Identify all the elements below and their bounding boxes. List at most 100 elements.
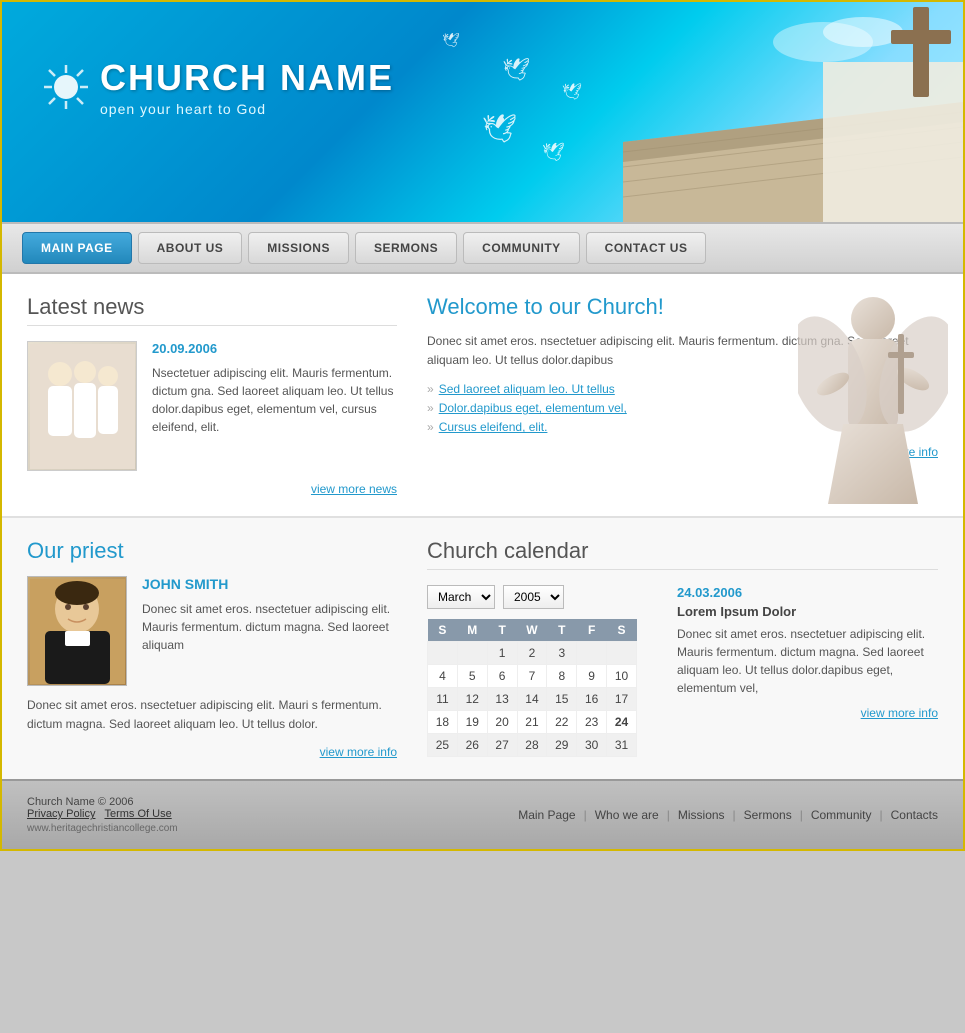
cal-day[interactable]: 27 xyxy=(487,734,517,757)
cal-day[interactable]: 12 xyxy=(457,688,487,711)
priest-name: JOHN SMITH xyxy=(142,576,397,592)
event-view-more-link[interactable]: view more info xyxy=(861,706,938,720)
welcome-link-2-a[interactable]: Dolor.dapibus eget, elementum vel, xyxy=(439,401,627,415)
footer-privacy-link[interactable]: Privacy Policy xyxy=(27,808,95,820)
cal-day[interactable]: 14 xyxy=(517,688,547,711)
priest-desc-text: Donec sit amet eros. nsectetuer adipisci… xyxy=(142,602,390,652)
cal-day[interactable]: 7 xyxy=(517,665,547,688)
news-image xyxy=(27,341,137,471)
cal-day[interactable]: 19 xyxy=(457,711,487,734)
event-view-more: view more info xyxy=(677,705,938,720)
cal-day[interactable]: 20 xyxy=(487,711,517,734)
footer-watermark: www.heritagechristiancollege.com xyxy=(27,823,178,834)
nav-missions[interactable]: MISSIONS xyxy=(248,232,349,264)
dove-icon3: 🕊 xyxy=(562,82,582,102)
bottom-content: Our priest xyxy=(2,516,963,779)
calendar-title: Church calendar xyxy=(427,538,938,570)
calendar-controls: March 2005 xyxy=(427,585,637,609)
cal-header-t1: T xyxy=(487,619,517,642)
priest-full-text: Donec sit amet eros. nsectetuer adipisci… xyxy=(27,696,397,734)
cal-day[interactable]: 10 xyxy=(607,665,637,688)
cal-day xyxy=(428,642,458,665)
news-date: 20.09.2006 xyxy=(152,341,397,356)
footer-nav-sermons[interactable]: Sermons xyxy=(744,808,792,822)
angel-svg xyxy=(798,284,948,504)
nav-community[interactable]: COMMUNITY xyxy=(463,232,580,264)
cal-day[interactable]: 17 xyxy=(607,688,637,711)
logo: CHURCH NAME open your heart to God xyxy=(42,57,394,117)
cal-day[interactable]: 26 xyxy=(457,734,487,757)
news-view-more: view more news xyxy=(27,481,397,496)
cal-day[interactable]: 18 xyxy=(428,711,458,734)
news-view-more-link[interactable]: view more news xyxy=(311,482,397,496)
priest-desc: Donec sit amet eros. nsectetuer adipisci… xyxy=(142,600,397,654)
footer-nav-main[interactable]: Main Page xyxy=(518,808,575,822)
nav-contact-us[interactable]: CONTACT US xyxy=(586,232,707,264)
event-text: Donec sit amet eros. nsectetuer adipisci… xyxy=(677,625,938,697)
cal-day[interactable]: 22 xyxy=(547,711,577,734)
priest-header: JOHN SMITH Donec sit amet eros. nsectetu… xyxy=(27,576,397,686)
nav-sermons[interactable]: SERMONS xyxy=(355,232,457,264)
calendar-table: S M T W T F S 12345678910111213141516171… xyxy=(427,619,637,757)
month-select[interactable]: March xyxy=(427,585,495,609)
church-cross-area xyxy=(623,2,963,222)
welcome-section: Welcome to our Church! xyxy=(427,294,938,496)
cal-day[interactable]: 11 xyxy=(428,688,458,711)
dove-icon: 🕊 xyxy=(442,32,460,49)
event-date: 24.03.2006 xyxy=(677,585,938,600)
news-details: 20.09.2006 Nsectetuer adipiscing elit. M… xyxy=(152,341,397,471)
cal-day[interactable]: 6 xyxy=(487,665,517,688)
cal-day[interactable]: 29 xyxy=(547,734,577,757)
cal-header-f: F xyxy=(577,619,607,642)
footer-links: Privacy Policy Terms Of Use xyxy=(27,808,178,820)
priest-view-more: view more info xyxy=(27,744,397,759)
cal-day[interactable]: 31 xyxy=(607,734,637,757)
church-name: CHURCH NAME xyxy=(100,57,394,99)
footer-copyright: Church Name © 2006 xyxy=(27,796,178,808)
cal-day[interactable]: 28 xyxy=(517,734,547,757)
cal-day[interactable]: 3 xyxy=(547,642,577,665)
footer-nav-who[interactable]: Who we are xyxy=(595,808,659,822)
footer: Church Name © 2006 Privacy Policy Terms … xyxy=(2,779,963,849)
dove-icon4: 🕊 xyxy=(482,112,518,145)
main-content: Latest news 20.09.2 xyxy=(2,274,963,516)
nav-about-us[interactable]: ABOUT US xyxy=(138,232,243,264)
footer-nav-missions[interactable]: Missions xyxy=(678,808,725,822)
priest-section: Our priest xyxy=(27,538,397,759)
cal-day[interactable]: 1 xyxy=(487,642,517,665)
cal-header-m: M xyxy=(457,619,487,642)
cal-day[interactable]: 2 xyxy=(517,642,547,665)
nav-main-page[interactable]: MAIN PAGE xyxy=(22,232,132,264)
priest-svg xyxy=(30,579,125,684)
cal-day[interactable]: 21 xyxy=(517,711,547,734)
event-title: Lorem Ipsum Dolor xyxy=(677,604,938,619)
footer-terms-link[interactable]: Terms Of Use xyxy=(104,808,171,820)
cal-day[interactable]: 16 xyxy=(577,688,607,711)
news-image-svg xyxy=(30,344,135,469)
cal-day[interactable]: 5 xyxy=(457,665,487,688)
cal-day[interactable]: 23 xyxy=(577,711,607,734)
dove-icon2: 🕊 xyxy=(502,57,530,83)
footer-nav-contacts[interactable]: Contacts xyxy=(891,808,938,822)
cal-day[interactable]: 30 xyxy=(577,734,607,757)
welcome-link-3-a[interactable]: Cursus eleifend, elit. xyxy=(439,420,548,434)
cal-day[interactable]: 8 xyxy=(547,665,577,688)
cal-day[interactable]: 24 xyxy=(607,711,637,734)
cal-day[interactable]: 4 xyxy=(428,665,458,688)
cross-svg xyxy=(623,2,963,222)
logo-text: CHURCH NAME open your heart to God xyxy=(100,57,394,117)
cal-header-s1: S xyxy=(428,619,458,642)
cal-day[interactable]: 25 xyxy=(428,734,458,757)
calendar-section: Church calendar March 2005 xyxy=(427,538,938,759)
cal-day[interactable]: 13 xyxy=(487,688,517,711)
cal-header-s2: S xyxy=(607,619,637,642)
welcome-link-1-a[interactable]: Sed laoreet aliquam leo. Ut tellus xyxy=(439,382,615,396)
cal-header-w: W xyxy=(517,619,547,642)
cal-day[interactable]: 15 xyxy=(547,688,577,711)
priest-view-more-link[interactable]: view more info xyxy=(320,745,397,759)
footer-nav-community[interactable]: Community xyxy=(811,808,872,822)
cal-day[interactable]: 9 xyxy=(577,665,607,688)
event-text-content: Donec sit amet eros. nsectetuer adipisci… xyxy=(677,627,925,695)
priest-title: Our priest xyxy=(27,538,397,564)
year-select[interactable]: 2005 xyxy=(503,585,564,609)
